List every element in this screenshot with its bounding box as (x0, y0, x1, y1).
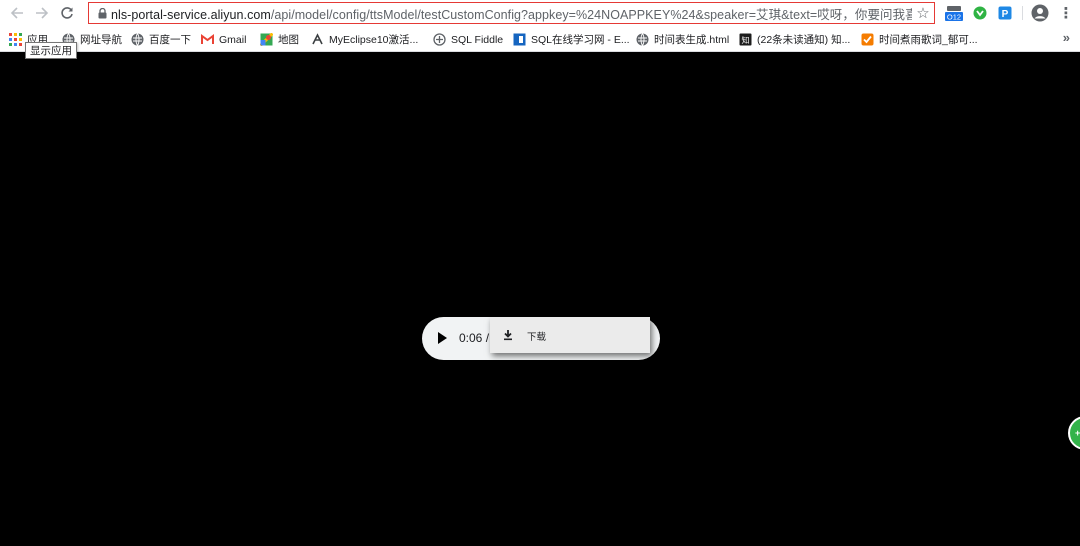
bookmark-label: 时间煮雨歌词_郁可... (879, 34, 978, 46)
extension-p[interactable]: P (997, 4, 1013, 22)
bookmark-label: SQL在线学习网 - E... (531, 34, 630, 46)
back-button[interactable] (5, 1, 29, 25)
bookmark-label: Gmail (219, 33, 247, 46)
arrow-left-icon (10, 7, 23, 19)
globe-icon (636, 33, 649, 46)
bookmark-zhihu[interactable]: 知 (22条未读通知) 知... (739, 31, 850, 48)
address-bar[interactable]: nls-portal-service.aliyun.com/api/model/… (88, 2, 935, 24)
url-host: nls-portal-service.aliyun.com (111, 7, 271, 22)
bookmark-maps[interactable]: 地图 (260, 31, 299, 48)
toolbar-divider (1022, 6, 1023, 20)
bookmark-label: 百度一下 (149, 34, 191, 46)
download-menu-item[interactable]: 下载 (490, 317, 650, 353)
bookmark-gmail[interactable]: Gmail (201, 31, 246, 48)
side-badge-label: +6 (1075, 428, 1080, 438)
audio-overflow-menu: 下载 (490, 317, 650, 353)
profile-avatar-icon[interactable] (1031, 4, 1049, 22)
globe-icon (131, 33, 144, 46)
download-icon (504, 330, 512, 341)
extension-p-label: P (1002, 9, 1009, 20)
extension-o12-label: O12 (947, 13, 961, 22)
url-text: nls-portal-service.aliyun.com/api/model/… (111, 4, 912, 23)
svg-text:知: 知 (742, 35, 750, 45)
sqlfiddle-icon (433, 33, 446, 46)
bookmark-label: 时间表生成.html (654, 34, 730, 46)
bookmark-blue-icon (513, 33, 526, 46)
bookmark-sqlfiddle[interactable]: SQL Fiddle (433, 31, 503, 48)
maps-icon (260, 33, 273, 46)
extension-green[interactable] (972, 4, 988, 22)
url-path: /api/model/config/ttsModel/testCustomCon… (270, 7, 912, 22)
bookmarks-bar: 应用 网址导航 百度一下 Gmail 地图 MyEclipse10激活... S… (0, 27, 1080, 52)
download-label: 下载 (527, 332, 547, 343)
apps-tooltip: 显示应用 (25, 42, 77, 59)
bookmark-lyrics[interactable]: 时间煮雨歌词_郁可... (861, 31, 978, 48)
audio-time: 0:06 / (459, 331, 490, 345)
myeclipse-icon (312, 33, 323, 45)
arrow-right-icon (36, 7, 49, 19)
apps-grid-icon (9, 33, 22, 46)
bookmarks-overflow-icon[interactable]: » (1063, 30, 1070, 45)
forward-button[interactable] (30, 1, 54, 25)
bookmark-myeclipse[interactable]: MyEclipse10激活... (311, 31, 418, 48)
play-icon[interactable] (438, 332, 447, 344)
browser-toolbar: nls-portal-service.aliyun.com/api/model/… (0, 0, 1080, 27)
reload-button[interactable] (55, 1, 79, 25)
gmail-icon (201, 34, 214, 44)
bookmark-schedule[interactable]: 时间表生成.html (636, 31, 729, 48)
bookmark-label: 网址导航 (80, 34, 122, 46)
floating-side-badge[interactable]: +6 (1068, 416, 1080, 450)
bookmark-star-icon[interactable]: ☆ (912, 4, 934, 22)
bookmark-sql-learn[interactable]: SQL在线学习网 - E... (513, 31, 630, 48)
extension-o12[interactable]: O12 (944, 4, 964, 22)
more-menu-icon[interactable]: ⋮ (1058, 4, 1074, 22)
bookmark-label: MyEclipse10激活... (329, 34, 419, 46)
reload-icon (61, 7, 73, 19)
bookmark-label: SQL Fiddle (451, 33, 504, 46)
bookmark-baidu[interactable]: 百度一下 (131, 31, 191, 48)
orange-check-icon (861, 33, 874, 46)
lock-icon (93, 7, 111, 19)
zhihu-icon: 知 (739, 33, 752, 46)
bookmark-label: 地图 (278, 34, 299, 46)
bookmark-label: (22条未读通知) 知... (757, 34, 851, 46)
